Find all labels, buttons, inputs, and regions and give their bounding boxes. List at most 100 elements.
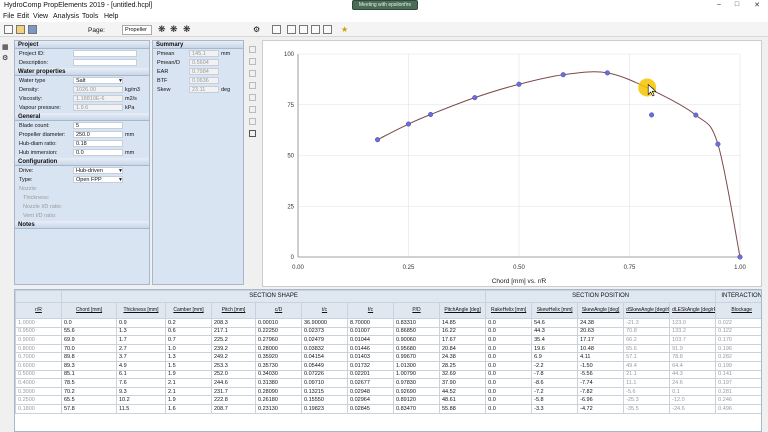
table-cell[interactable]: 1.5	[165, 360, 212, 371]
table-cell[interactable]: 0.02201	[347, 369, 394, 380]
data-point[interactable]	[604, 70, 610, 76]
menu-help[interactable]: Help	[104, 13, 118, 20]
table-cell[interactable]: 7.6	[116, 378, 166, 388]
data-point[interactable]	[516, 81, 522, 87]
table-cell[interactable]: 0.5000	[15, 369, 62, 380]
column-header[interactable]: SkewAngle [deg]	[577, 302, 625, 319]
table-cell[interactable]: 1.9	[165, 369, 212, 380]
save-icon[interactable]	[28, 25, 37, 34]
settings-icon[interactable]: ⚙	[2, 54, 8, 62]
table-cell[interactable]: 9.3	[116, 386, 166, 397]
menu-edit[interactable]: Edit	[17, 13, 29, 20]
table-cell[interactable]: -2.2	[531, 360, 579, 371]
table-cell[interactable]: 0.496	[715, 403, 761, 414]
table-cell[interactable]: 70.8	[623, 326, 671, 337]
table-cell[interactable]: 0.9	[116, 318, 166, 328]
table-cell[interactable]: 48.61	[438, 395, 487, 405]
hub-diam-ratio-input[interactable]: 0.18	[73, 140, 123, 147]
table-cell[interactable]: 28.25	[438, 360, 487, 371]
table-cell[interactable]: 0.0	[485, 335, 533, 345]
water-type-select[interactable]: Salt	[73, 77, 123, 84]
table-cell[interactable]: -5.8	[531, 395, 579, 405]
table-cell[interactable]: -1.50	[577, 360, 625, 371]
table-cell[interactable]: 0.0	[485, 395, 533, 405]
layer-icon[interactable]	[249, 82, 256, 89]
table-cell[interactable]: 35.4	[531, 335, 579, 345]
close-button[interactable]: ✕	[750, 1, 764, 11]
table-cell[interactable]: 0.92690	[393, 386, 440, 397]
table-cell[interactable]: 0.7000	[15, 352, 62, 362]
table-row[interactable]: 0.7000 89.8 3.7 1.3 249.2 0.35920 0.04154 0.014…	[15, 352, 761, 362]
table-cell[interactable]: 17.67	[438, 335, 487, 345]
table-cell[interactable]: 0.26180	[255, 395, 302, 405]
table-cell[interactable]: 1.00790	[393, 369, 440, 380]
table-cell[interactable]: 0.90060	[393, 335, 440, 345]
data-point[interactable]	[428, 111, 434, 118]
table-cell[interactable]: -21.3	[623, 318, 671, 328]
table-cell[interactable]: 0.27960	[255, 335, 302, 345]
column-header[interactable]: f/c	[347, 302, 394, 319]
table-cell[interactable]: -12.0	[669, 395, 717, 405]
table-cell[interactable]: 0.83470	[393, 403, 440, 414]
chevron-down-icon[interactable]: ▼	[118, 177, 123, 183]
table-cell[interactable]: 0.97830	[393, 378, 440, 388]
table-cell[interactable]: 0.6000	[15, 360, 62, 371]
table-cell[interactable]: 0.89120	[393, 395, 440, 405]
table-cell[interactable]: 57.1	[623, 352, 671, 362]
table-cell[interactable]: 55.88	[438, 403, 487, 414]
new-file-icon[interactable]	[4, 25, 13, 34]
column-header[interactable]: c/D	[255, 302, 302, 319]
copy-chart-icon[interactable]	[311, 25, 320, 34]
table-cell[interactable]: 11.5	[116, 403, 166, 414]
data-point[interactable]	[405, 121, 412, 127]
layer-icon[interactable]	[249, 106, 256, 113]
meeting-notification[interactable]: Meeting with epsilonfire	[352, 0, 418, 10]
grid-toggle-icon[interactable]	[249, 130, 256, 137]
column-header[interactable]: RakeHelix [mm]	[485, 302, 533, 319]
page-select[interactable]: Propeller	[122, 25, 152, 35]
table-cell[interactable]: 6.1	[116, 369, 166, 380]
table-cell[interactable]: 0.122	[715, 326, 761, 337]
checkbox-icon[interactable]	[249, 118, 256, 125]
table-cell[interactable]: 0.35920	[255, 352, 302, 362]
table-cell[interactable]: 0.196	[715, 343, 761, 354]
table-cell[interactable]: 0.00010	[255, 318, 302, 328]
table-cell[interactable]: -7.2	[531, 386, 579, 397]
table-cell[interactable]: 6.9	[531, 352, 579, 362]
table-cell[interactable]: 0.05449	[301, 360, 348, 371]
table-cell[interactable]: -5.6	[623, 386, 671, 397]
table-cell[interactable]: 0.7	[165, 335, 212, 345]
table-cell[interactable]: 24.38	[577, 318, 625, 328]
column-header[interactable]: P/D	[393, 302, 440, 319]
table-cell[interactable]: 0.02373	[301, 326, 348, 337]
table-cell[interactable]: 244.6	[211, 378, 256, 388]
layer-icon[interactable]	[249, 70, 256, 77]
table-cell[interactable]: 0.01732	[347, 360, 394, 371]
table-cell[interactable]: 66.2	[623, 335, 671, 345]
table-row[interactable]: 0.4000 78.5 7.6 2.1 244.6 0.31380 0.09710 0.026…	[15, 378, 761, 388]
table-cell[interactable]: 0.13215	[301, 386, 348, 397]
table-cell[interactable]: 0.0	[485, 378, 533, 388]
table-row[interactable]: 0.9000 69.9 1.7 0.7 225.2 0.27960 0.02479 0.010…	[15, 335, 761, 345]
table-cell[interactable]: 0.07226	[301, 369, 348, 380]
table-cell[interactable]: 44.52	[438, 386, 487, 397]
table-cell[interactable]: 69.9	[61, 335, 117, 345]
data-point[interactable]	[375, 137, 381, 143]
table-cell[interactable]: -6.96	[577, 395, 625, 405]
table-cell[interactable]: 78.5	[61, 378, 117, 388]
table-cell[interactable]: 21.1	[623, 369, 671, 380]
blade-icon[interactable]: ❋	[183, 25, 192, 34]
table-cell[interactable]: -4.72	[577, 403, 625, 414]
notes-area[interactable]	[16, 230, 148, 284]
table-cell[interactable]: 0.199	[715, 360, 761, 371]
description-input[interactable]	[73, 59, 137, 66]
menu-tools[interactable]: Tools	[82, 13, 98, 20]
table-cell[interactable]: 44.3	[531, 326, 579, 337]
table-cell[interactable]: -7.8	[531, 369, 579, 380]
table-cell[interactable]: 239.2	[211, 343, 256, 354]
table-cell[interactable]: 49.4	[623, 360, 671, 371]
table-cell[interactable]: 0.2500	[15, 395, 62, 405]
table-cell[interactable]: 8.70000	[347, 318, 394, 328]
table-cell[interactable]: 1.3	[165, 352, 212, 362]
zoom-fit-icon[interactable]	[299, 25, 308, 34]
